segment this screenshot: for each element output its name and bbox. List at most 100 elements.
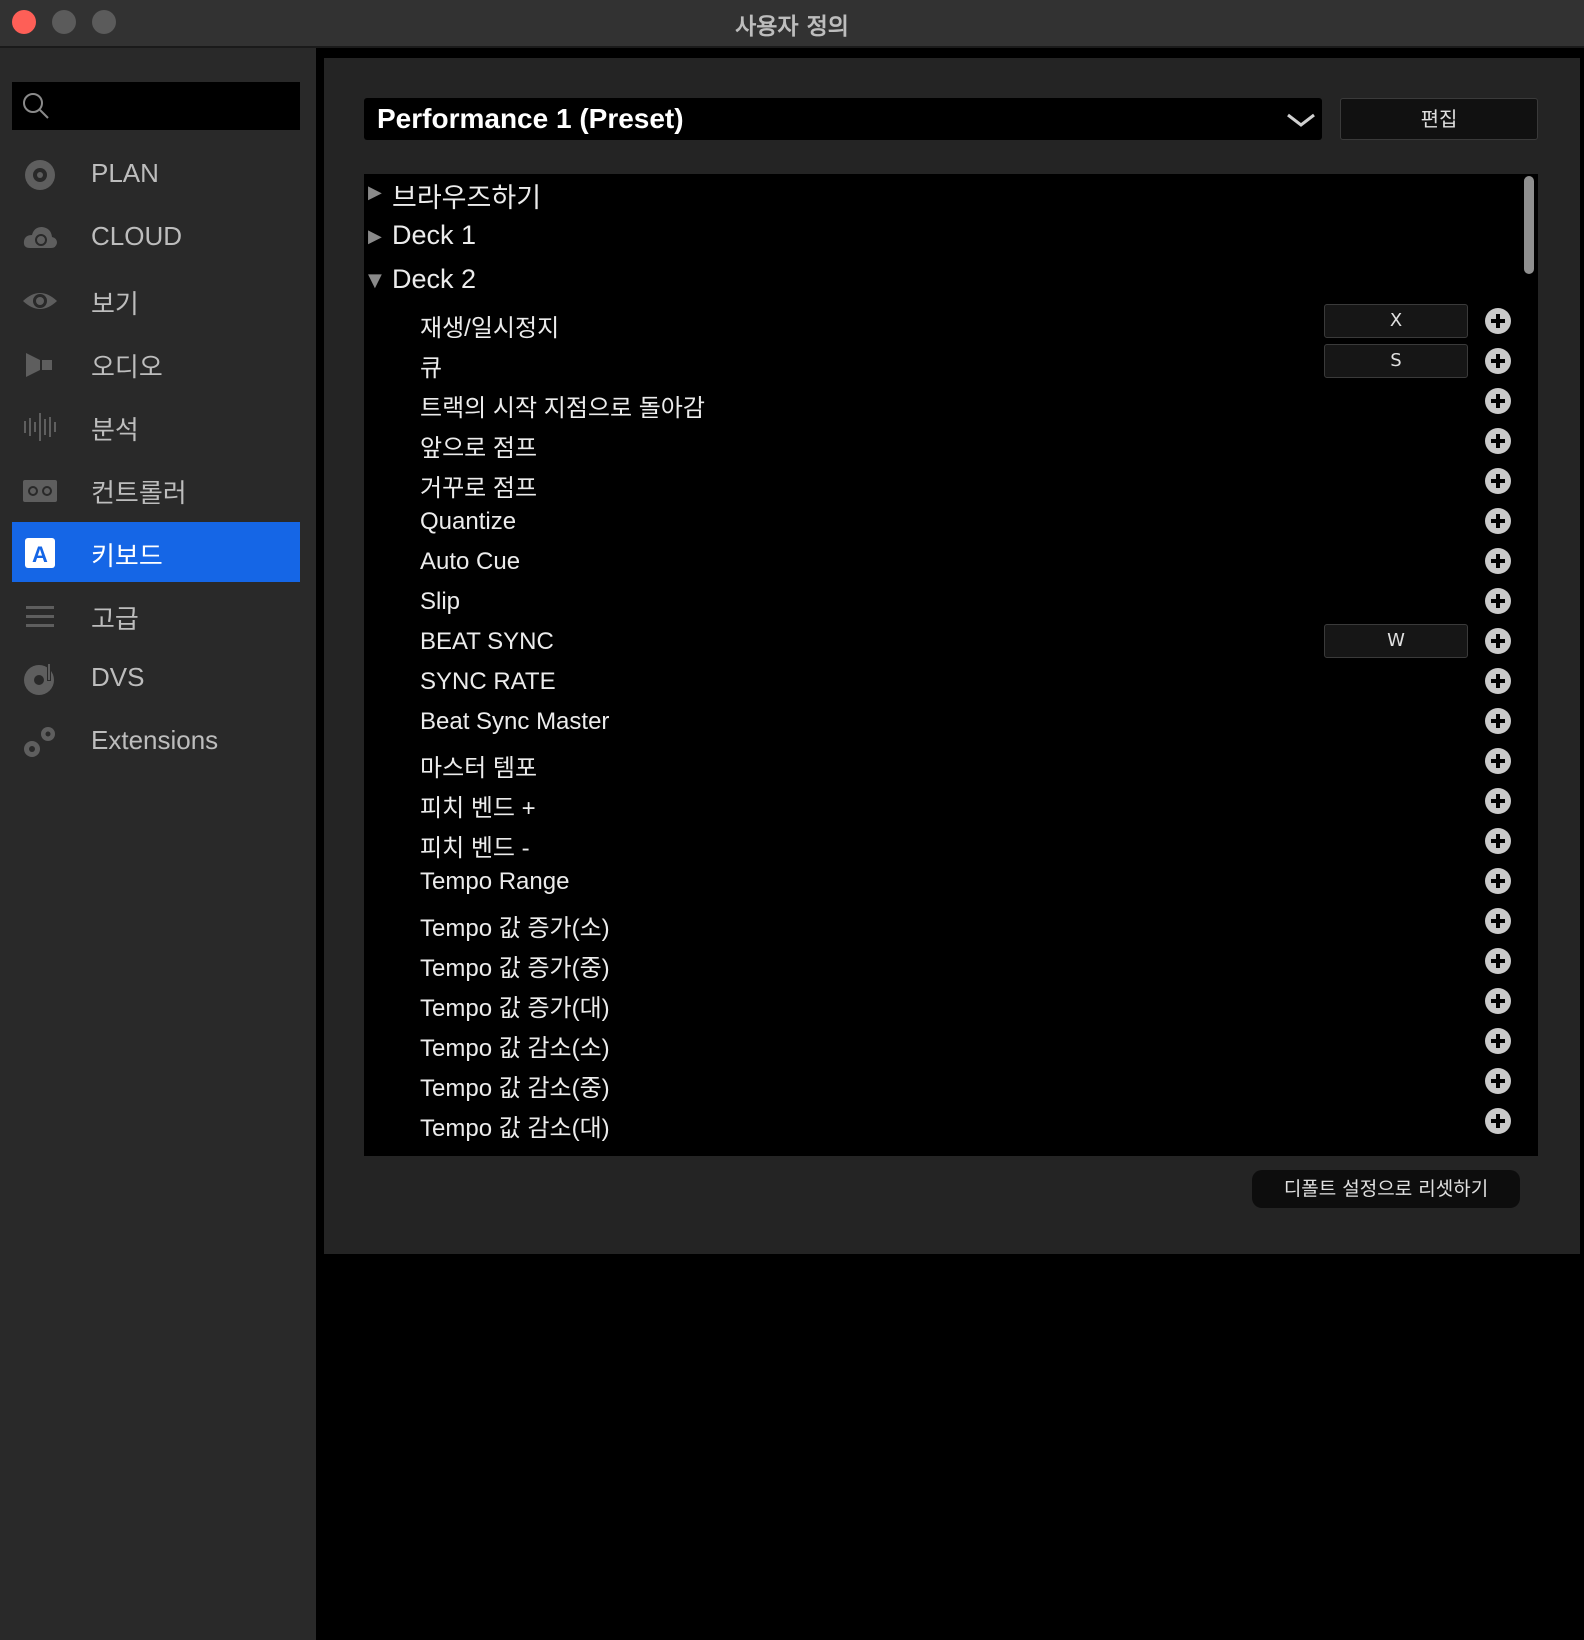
title-bar: 사용자 정의 (0, 0, 1584, 48)
sidebar-item-label: 오디오 (91, 352, 163, 382)
sidebar-item-plan[interactable]: PLAN (12, 144, 300, 204)
group-row-browse[interactable]: ▶ 브라우즈하기 (364, 174, 1538, 214)
mapping-label: Beat Sync Master (420, 708, 610, 735)
add-key-icon[interactable] (1485, 1028, 1511, 1054)
search-icon (23, 93, 49, 119)
add-key-icon[interactable] (1485, 1108, 1511, 1134)
mapping-row[interactable]: SYNC RATE (364, 662, 1538, 702)
mapping-label: 트랙의 시작 지점으로 돌아감 (420, 395, 705, 422)
add-key-icon[interactable] (1485, 588, 1511, 614)
add-key-icon[interactable] (1485, 748, 1511, 774)
add-key-icon[interactable] (1485, 988, 1511, 1014)
mapping-row[interactable]: Beat Sync Master (364, 702, 1538, 742)
sidebar-item-analysis[interactable]: 분석 (12, 396, 300, 456)
sidebar-item-audio[interactable]: 오디오 (12, 333, 300, 393)
mapping-row[interactable]: Tempo 값 증가(소) (364, 902, 1538, 942)
mapping-label: BEAT SYNC (420, 628, 554, 655)
group-label: 브라우즈하기 (392, 183, 542, 213)
mapping-row[interactable]: 피치 벤드 - (364, 822, 1538, 862)
edit-button[interactable]: 편집 (1340, 98, 1538, 140)
menu-icon (26, 606, 54, 627)
key-assignment[interactable]: X (1324, 304, 1468, 338)
add-key-icon[interactable] (1485, 468, 1511, 494)
mapping-label: Slip (420, 588, 461, 615)
mapping-row[interactable]: 거꾸로 점프 (364, 462, 1538, 502)
sidebar-item-cloud[interactable]: CLOUD (12, 207, 300, 267)
chevron-down-icon (1287, 113, 1315, 127)
sidebar-item-label: 분석 (91, 415, 139, 445)
keyboard-mapping-list[interactable]: ▶ 브라우즈하기 ▶ Deck 1 ▼ Deck 2 재생/일시정지 X 큐 S 트랙의… (364, 174, 1538, 1156)
reset-to-default-button[interactable]: 디폴트 설정으로 리셋하기 (1252, 1170, 1520, 1208)
mapping-label: 재생/일시정지 (420, 315, 560, 342)
add-key-icon[interactable] (1485, 708, 1511, 734)
mapping-row[interactable]: Tempo 값 감소(대) (364, 1102, 1538, 1142)
add-key-icon[interactable] (1485, 908, 1511, 934)
add-key-icon[interactable] (1485, 508, 1511, 534)
sidebar-item-label: DVS (91, 662, 145, 692)
add-key-icon[interactable] (1485, 428, 1511, 454)
add-key-icon[interactable] (1485, 348, 1511, 374)
mapping-row[interactable]: Slip (364, 582, 1538, 622)
plan-icon (25, 160, 55, 190)
add-key-icon[interactable] (1485, 668, 1511, 694)
mapping-row[interactable]: 재생/일시정지 X (364, 302, 1538, 342)
add-key-icon[interactable] (1485, 388, 1511, 414)
mapping-row[interactable]: 피치 벤드 + (364, 782, 1538, 822)
mapping-row[interactable]: Tempo 값 감소(소) (364, 1022, 1538, 1062)
keyboard-icon: A (25, 538, 55, 568)
mapping-row[interactable]: Tempo 값 증가(대) (364, 982, 1538, 1022)
search-input[interactable] (12, 82, 300, 130)
sidebar-item-label: 보기 (91, 289, 139, 319)
expand-arrow-icon[interactable]: ▶ (368, 182, 382, 203)
sidebar-item-extensions[interactable]: Extensions (12, 711, 300, 771)
add-key-icon[interactable] (1485, 548, 1511, 574)
add-key-icon[interactable] (1485, 828, 1511, 854)
mapping-row[interactable]: 트랙의 시작 지점으로 돌아감 (364, 382, 1538, 422)
mapping-label: Tempo 값 증가(소) (420, 915, 610, 942)
mapping-row[interactable]: Tempo 값 증가(중) (364, 942, 1538, 982)
add-key-icon[interactable] (1485, 948, 1511, 974)
mapping-label: SYNC RATE (420, 668, 556, 695)
sidebar-item-view[interactable]: 보기 (12, 270, 300, 330)
mapping-label: 피치 벤드 - (420, 835, 530, 862)
sidebar-item-label: 고급 (91, 604, 139, 634)
preset-label: Performance 1 (Preset) (377, 103, 684, 134)
mapping-label: 피치 벤드 + (420, 795, 536, 822)
settings-panel: Performance 1 (Preset) 편집 ▶ 브라우즈하기 ▶ Dec… (324, 58, 1580, 1254)
add-key-icon[interactable] (1485, 308, 1511, 334)
group-row-deck2[interactable]: ▼ Deck 2 (364, 262, 1538, 302)
mapping-row[interactable]: 큐S (364, 342, 1538, 382)
collapse-arrow-icon[interactable]: ▼ (368, 270, 382, 291)
mapping-label: Tempo 값 감소(중) (420, 1075, 610, 1102)
mapping-label: 앞으로 점프 (420, 435, 538, 462)
sidebar: PLAN CLOUD 보기 오디오 분석 컨트롤러 A 키보드 고급 DVS E… (0, 48, 316, 1640)
mapping-row[interactable]: 앞으로 점프 (364, 422, 1538, 462)
add-key-icon[interactable] (1485, 868, 1511, 894)
expand-arrow-icon[interactable]: ▶ (368, 226, 382, 247)
sidebar-item-label: Extensions (91, 725, 219, 755)
group-row-deck1[interactable]: ▶ Deck 1 (364, 218, 1538, 258)
mapping-label: 거꾸로 점프 (420, 475, 538, 502)
dvs-icon (24, 663, 54, 695)
window-title: 사용자 정의 (735, 14, 849, 40)
add-key-icon[interactable] (1485, 1068, 1511, 1094)
mapping-row[interactable]: Auto Cue (364, 542, 1538, 582)
add-key-icon[interactable] (1485, 628, 1511, 654)
key-assignment[interactable]: W (1324, 624, 1468, 658)
mapping-label: 마스터 템포 (420, 755, 538, 782)
preset-dropdown[interactable]: Performance 1 (Preset) (364, 98, 1322, 140)
sidebar-item-controller[interactable]: 컨트롤러 (12, 459, 300, 519)
mapping-row[interactable]: BEAT SYNC W (364, 622, 1538, 662)
key-assignment[interactable]: S (1324, 344, 1468, 378)
mapping-row[interactable]: Tempo Range (364, 862, 1538, 902)
scrollbar[interactable] (1524, 176, 1534, 274)
sidebar-item-advanced[interactable]: 고급 (12, 585, 300, 645)
add-key-icon[interactable] (1485, 788, 1511, 814)
sidebar-item-keyboard[interactable]: A 키보드 (12, 522, 300, 582)
sidebar-item-dvs[interactable]: DVS (12, 648, 300, 708)
mapping-row[interactable]: 마스터 템포 (364, 742, 1538, 782)
mapping-label: Tempo 값 증가(대) (420, 995, 610, 1022)
sidebar-item-label: 키보드 (91, 541, 163, 571)
mapping-row[interactable]: Quantize (364, 502, 1538, 542)
mapping-row[interactable]: Tempo 값 감소(중) (364, 1062, 1538, 1102)
